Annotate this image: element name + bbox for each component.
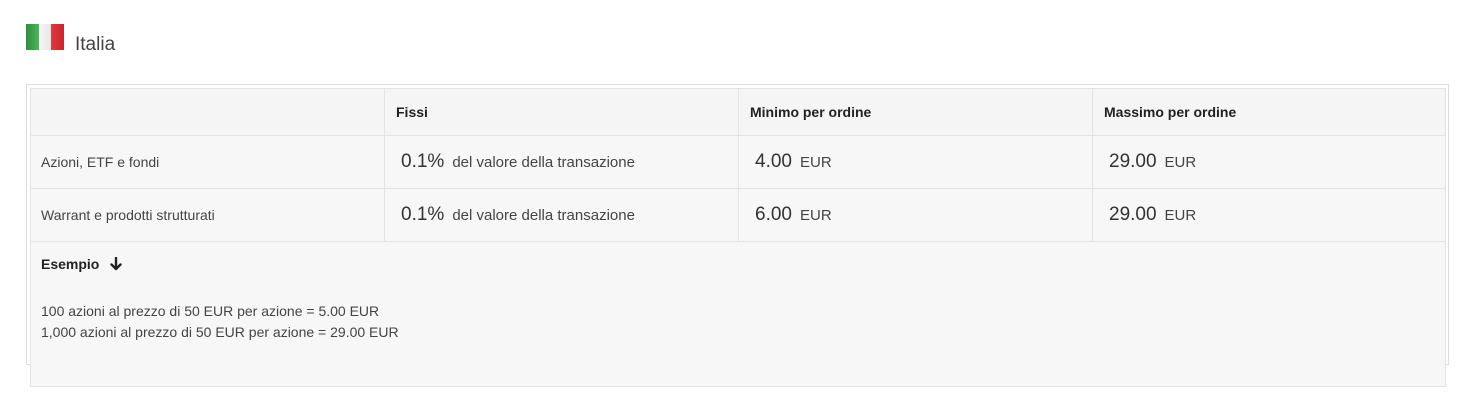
fixed-desc: del valore della transazione xyxy=(452,154,635,171)
example-toggle[interactable]: Esempio xyxy=(41,256,1435,272)
max-cell: 29.00 EUR xyxy=(1092,188,1446,242)
min-value: 6.00 xyxy=(755,204,792,225)
row-label: Azioni, ETF e fondi xyxy=(30,135,385,189)
table-row: Azioni, ETF e fondi 0.1% del valore della… xyxy=(30,135,1446,189)
row-label: Warrant e prodotti strutturati xyxy=(30,188,385,242)
header-minimum: Minimo per ordine xyxy=(738,88,1093,136)
min-value: 4.00 xyxy=(755,151,792,172)
fixed-value: 0.1% xyxy=(401,151,445,172)
min-currency: EUR xyxy=(799,207,832,224)
country-header: Italia xyxy=(26,24,115,64)
example-title: Esempio xyxy=(41,256,100,272)
fixed-cell: 0.1% del valore della transazione xyxy=(384,188,739,242)
table-header-row: Fissi Minimo per ordine Massimo per ordi… xyxy=(30,88,1446,136)
header-fixed: Fissi xyxy=(384,88,739,136)
example-row: Esempio 100 azioni al prezzo di 50 EUR p… xyxy=(30,241,1446,387)
fixed-cell: 0.1% del valore della transazione xyxy=(384,135,739,189)
arrow-down-icon xyxy=(109,256,123,271)
min-cell: 4.00 EUR xyxy=(738,135,1093,189)
header-empty xyxy=(30,88,385,136)
fixed-value: 0.1% xyxy=(401,204,445,225)
pricing-table: Fissi Minimo per ordine Massimo per ordi… xyxy=(30,88,1446,387)
example-lines: 100 azioni al prezzo di 50 EUR per azion… xyxy=(41,301,1435,343)
example-line: 1,000 azioni al prezzo di 50 EUR per azi… xyxy=(41,324,399,340)
country-name: Italia xyxy=(75,34,116,55)
fixed-desc: del valore della transazione xyxy=(452,207,635,224)
max-value: 29.00 xyxy=(1109,204,1157,225)
example-line: 100 azioni al prezzo di 50 EUR per azion… xyxy=(41,303,380,319)
max-currency: EUR xyxy=(1164,207,1197,224)
max-cell: 29.00 EUR xyxy=(1092,135,1446,189)
example-cell: Esempio 100 azioni al prezzo di 50 EUR p… xyxy=(30,241,1446,387)
max-value: 29.00 xyxy=(1109,151,1157,172)
min-cell: 6.00 EUR xyxy=(738,188,1093,242)
header-maximum: Massimo per ordine xyxy=(1092,88,1446,136)
min-currency: EUR xyxy=(799,154,832,171)
table-row: Warrant e prodotti strutturati 0.1% del v… xyxy=(30,188,1446,242)
max-currency: EUR xyxy=(1164,154,1197,171)
pricing-table-container: Fissi Minimo per ordine Massimo per ordi… xyxy=(26,84,1449,387)
italy-flag-icon xyxy=(26,24,64,50)
